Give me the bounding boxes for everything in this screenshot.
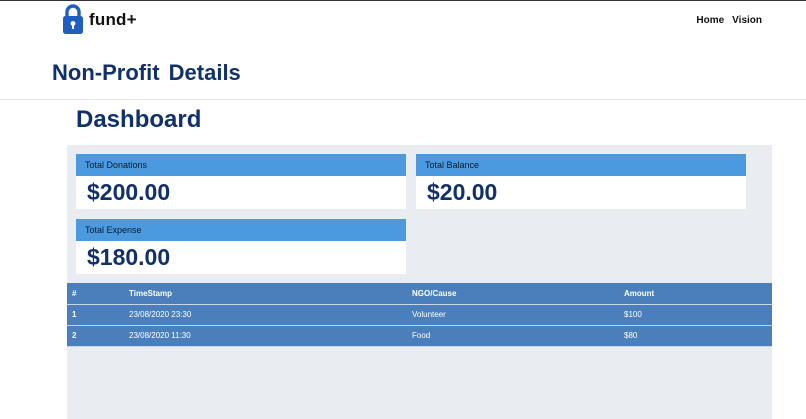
card-label: Total Balance [416,154,746,176]
dashboard-title: Dashboard [76,106,202,133]
column-header-cause: NGO/Cause [407,283,619,305]
nav-links: Home Vision [696,15,762,26]
row-timestamp: 23/08/2020 11:30 [124,325,407,347]
transactions-table: # TimeStamp NGO/Cause Amount 1 23/08/202… [67,283,772,347]
column-header-amount: Amount [619,283,772,305]
row-timestamp: 23/08/2020 23:30 [124,304,407,326]
card-value: $200.00 [87,179,171,205]
column-header-timestamp: TimeStamp [124,283,407,305]
table-row: 1 23/08/2020 23:30 Volunteer $100 [67,304,772,326]
total-donations-card: Total Donations $200.00 [76,154,406,209]
table-header-row: # TimeStamp NGO/Cause Amount [67,283,772,305]
logo[interactable]: fund+ [62,4,137,35]
brand-name: fund+ [89,9,137,29]
column-header-number: # [67,283,124,305]
padlock-icon [63,4,83,34]
total-balance-card: Total Balance $20.00 [416,154,746,209]
card-value: $20.00 [427,179,498,205]
navbar: fund+ Home Vision [0,1,806,41]
card-value: $180.00 [87,244,171,270]
table-row: 2 23/08/2020 11:30 Food $80 [67,325,772,347]
row-amount: $100 [619,304,772,326]
card-label: Total Expense [76,219,406,241]
row-cause: Food [407,325,619,347]
divider [0,99,806,100]
nav-vision-link[interactable]: Vision [732,15,762,26]
row-number: 2 [67,325,124,347]
nav-home-link[interactable]: Home [696,15,724,26]
row-number: 1 [67,304,124,326]
row-amount: $80 [619,325,772,347]
total-expense-card: Total Expense $180.00 [76,219,406,274]
dashboard-panel: Total Donations $200.00 Total Balance $2… [67,145,772,419]
card-label: Total Donations [76,154,406,176]
row-cause: Volunteer [407,304,619,326]
page-title: Non-Profit Details [52,60,241,85]
